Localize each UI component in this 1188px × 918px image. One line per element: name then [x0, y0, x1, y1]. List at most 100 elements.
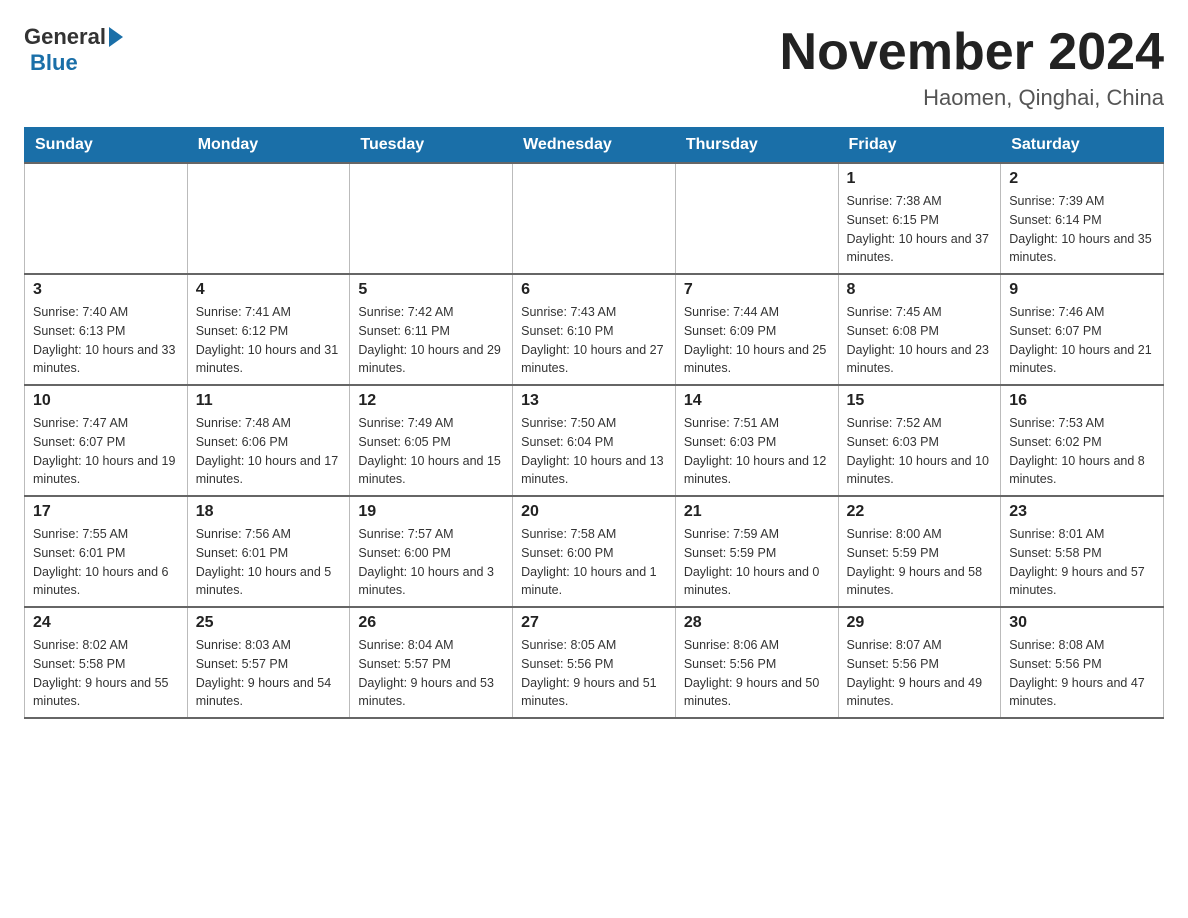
day-info: Sunrise: 7:48 AM Sunset: 6:06 PM Dayligh… — [196, 414, 342, 489]
calendar-cell: 30Sunrise: 8:08 AM Sunset: 5:56 PM Dayli… — [1001, 607, 1164, 718]
calendar-cell: 5 Sunrise: 7:42 AM Sunset: 6:11 PM Daylig… — [350, 274, 513, 385]
day-info: Sunrise: 8:08 AM Sunset: 5:56 PM Dayligh… — [1009, 636, 1155, 711]
day-info: Sunrise: 8:03 AM Sunset: 5:57 PM Dayligh… — [196, 636, 342, 711]
calendar-cell: 12 Sunrise: 7:49 AM Sunset: 6:05 PM Dayli… — [350, 385, 513, 496]
header-day-sunday: Sunday — [25, 128, 188, 164]
day-number: 15 — [847, 392, 993, 410]
day-info: Sunrise: 7:38 AM Sunset: 6:15 PM Dayligh… — [847, 192, 993, 267]
day-info: Sunrise: 7:39 AM Sunset: 6:14 PM Dayligh… — [1009, 192, 1155, 267]
calendar-table: SundayMondayTuesdayWednesdayThursdayFrid… — [24, 127, 1164, 719]
day-info: Sunrise: 7:56 AM Sunset: 6:01 PM Dayligh… — [196, 525, 342, 600]
day-number: 29 — [847, 614, 993, 632]
day-number: 9 — [1009, 281, 1155, 299]
day-number: 27 — [521, 614, 667, 632]
day-number: 25 — [196, 614, 342, 632]
day-number: 20 — [521, 503, 667, 521]
day-info: Sunrise: 8:07 AM Sunset: 5:56 PM Dayligh… — [847, 636, 993, 711]
calendar-cell: 14 Sunrise: 7:51 AM Sunset: 6:03 PM Dayli… — [675, 385, 838, 496]
day-number: 7 — [684, 281, 830, 299]
day-number: 10 — [33, 392, 179, 410]
day-info: Sunrise: 8:06 AM Sunset: 5:56 PM Dayligh… — [684, 636, 830, 711]
day-number: 18 — [196, 503, 342, 521]
day-number: 4 — [196, 281, 342, 299]
day-info: Sunrise: 7:51 AM Sunset: 6:03 PM Dayligh… — [684, 414, 830, 489]
day-info: Sunrise: 7:55 AM Sunset: 6:01 PM Dayligh… — [33, 525, 179, 600]
header-day-thursday: Thursday — [675, 128, 838, 164]
header-day-tuesday: Tuesday — [350, 128, 513, 164]
day-number: 13 — [521, 392, 667, 410]
calendar-cell: 18 Sunrise: 7:56 AM Sunset: 6:01 PM Dayli… — [187, 496, 350, 607]
calendar-cell — [187, 163, 350, 274]
day-number: 16 — [1009, 392, 1155, 410]
day-info: Sunrise: 7:45 AM Sunset: 6:08 PM Dayligh… — [847, 303, 993, 378]
calendar-cell: 24 Sunrise: 8:02 AM Sunset: 5:58 PM Dayli… — [25, 607, 188, 718]
calendar-cell: 1Sunrise: 7:38 AM Sunset: 6:15 PM Daylig… — [838, 163, 1001, 274]
calendar-week-row: 10Sunrise: 7:47 AM Sunset: 6:07 PM Dayli… — [25, 385, 1164, 496]
header-day-saturday: Saturday — [1001, 128, 1164, 164]
calendar-cell: 26 Sunrise: 8:04 AM Sunset: 5:57 PM Dayli… — [350, 607, 513, 718]
calendar-week-row: 1Sunrise: 7:38 AM Sunset: 6:15 PM Daylig… — [25, 163, 1164, 274]
calendar-cell: 17 Sunrise: 7:55 AM Sunset: 6:01 PM Dayli… — [25, 496, 188, 607]
day-info: Sunrise: 7:43 AM Sunset: 6:10 PM Dayligh… — [521, 303, 667, 378]
day-number: 8 — [847, 281, 993, 299]
calendar-cell: 11 Sunrise: 7:48 AM Sunset: 6:06 PM Dayli… — [187, 385, 350, 496]
calendar-cell: 7 Sunrise: 7:44 AM Sunset: 6:09 PM Daylig… — [675, 274, 838, 385]
day-info: Sunrise: 7:57 AM Sunset: 6:00 PM Dayligh… — [358, 525, 504, 600]
day-info: Sunrise: 7:40 AM Sunset: 6:13 PM Dayligh… — [33, 303, 179, 378]
calendar-cell: 16 Sunrise: 7:53 AM Sunset: 6:02 PM Dayli… — [1001, 385, 1164, 496]
calendar-cell — [513, 163, 676, 274]
calendar-cell — [350, 163, 513, 274]
calendar-cell — [675, 163, 838, 274]
logo-arrow-icon — [109, 27, 123, 47]
logo-blue-text: Blue — [30, 50, 78, 75]
location-subtitle: Haomen, Qinghai, China — [780, 85, 1164, 111]
calendar-week-row: 3 Sunrise: 7:40 AM Sunset: 6:13 PM Daylig… — [25, 274, 1164, 385]
calendar-cell: 28Sunrise: 8:06 AM Sunset: 5:56 PM Dayli… — [675, 607, 838, 718]
day-info: Sunrise: 7:46 AM Sunset: 6:07 PM Dayligh… — [1009, 303, 1155, 378]
calendar-cell: 15 Sunrise: 7:52 AM Sunset: 6:03 PM Dayli… — [838, 385, 1001, 496]
day-info: Sunrise: 7:42 AM Sunset: 6:11 PM Dayligh… — [358, 303, 504, 378]
header-day-wednesday: Wednesday — [513, 128, 676, 164]
day-info: Sunrise: 7:52 AM Sunset: 6:03 PM Dayligh… — [847, 414, 993, 489]
header-day-monday: Monday — [187, 128, 350, 164]
calendar-week-row: 17 Sunrise: 7:55 AM Sunset: 6:01 PM Dayli… — [25, 496, 1164, 607]
day-info: Sunrise: 7:41 AM Sunset: 6:12 PM Dayligh… — [196, 303, 342, 378]
calendar-cell: 6Sunrise: 7:43 AM Sunset: 6:10 PM Daylig… — [513, 274, 676, 385]
day-number: 12 — [358, 392, 504, 410]
calendar-cell: 2Sunrise: 7:39 AM Sunset: 6:14 PM Daylig… — [1001, 163, 1164, 274]
title-section: November 2024 Haomen, Qinghai, China — [780, 24, 1164, 111]
day-number: 5 — [358, 281, 504, 299]
day-info: Sunrise: 7:49 AM Sunset: 6:05 PM Dayligh… — [358, 414, 504, 489]
calendar-cell: 3 Sunrise: 7:40 AM Sunset: 6:13 PM Daylig… — [25, 274, 188, 385]
day-info: Sunrise: 7:58 AM Sunset: 6:00 PM Dayligh… — [521, 525, 667, 600]
day-info: Sunrise: 7:53 AM Sunset: 6:02 PM Dayligh… — [1009, 414, 1155, 489]
day-number: 23 — [1009, 503, 1155, 521]
day-info: Sunrise: 8:04 AM Sunset: 5:57 PM Dayligh… — [358, 636, 504, 711]
calendar-cell — [25, 163, 188, 274]
day-number: 17 — [33, 503, 179, 521]
page-header: General Blue November 2024 Haomen, Qingh… — [24, 24, 1164, 111]
day-number: 24 — [33, 614, 179, 632]
day-number: 14 — [684, 392, 830, 410]
calendar-cell: 19Sunrise: 7:57 AM Sunset: 6:00 PM Dayli… — [350, 496, 513, 607]
month-year-title: November 2024 — [780, 24, 1164, 81]
calendar-cell: 25 Sunrise: 8:03 AM Sunset: 5:57 PM Dayli… — [187, 607, 350, 718]
day-info: Sunrise: 8:02 AM Sunset: 5:58 PM Dayligh… — [33, 636, 179, 711]
calendar-cell: 22Sunrise: 8:00 AM Sunset: 5:59 PM Dayli… — [838, 496, 1001, 607]
day-info: Sunrise: 7:59 AM Sunset: 5:59 PM Dayligh… — [684, 525, 830, 600]
calendar-header-row: SundayMondayTuesdayWednesdayThursdayFrid… — [25, 128, 1164, 164]
day-info: Sunrise: 7:44 AM Sunset: 6:09 PM Dayligh… — [684, 303, 830, 378]
calendar-cell: 8 Sunrise: 7:45 AM Sunset: 6:08 PM Daylig… — [838, 274, 1001, 385]
logo-general-text: General — [24, 24, 106, 50]
header-day-friday: Friday — [838, 128, 1001, 164]
day-number: 11 — [196, 392, 342, 410]
day-number: 26 — [358, 614, 504, 632]
day-number: 3 — [33, 281, 179, 299]
calendar-week-row: 24 Sunrise: 8:02 AM Sunset: 5:58 PM Dayli… — [25, 607, 1164, 718]
calendar-cell: 13Sunrise: 7:50 AM Sunset: 6:04 PM Dayli… — [513, 385, 676, 496]
calendar-cell: 9 Sunrise: 7:46 AM Sunset: 6:07 PM Daylig… — [1001, 274, 1164, 385]
calendar-cell: 21Sunrise: 7:59 AM Sunset: 5:59 PM Dayli… — [675, 496, 838, 607]
logo: General Blue — [24, 24, 123, 76]
calendar-cell: 20 Sunrise: 7:58 AM Sunset: 6:00 PM Dayli… — [513, 496, 676, 607]
calendar-cell: 29 Sunrise: 8:07 AM Sunset: 5:56 PM Dayli… — [838, 607, 1001, 718]
